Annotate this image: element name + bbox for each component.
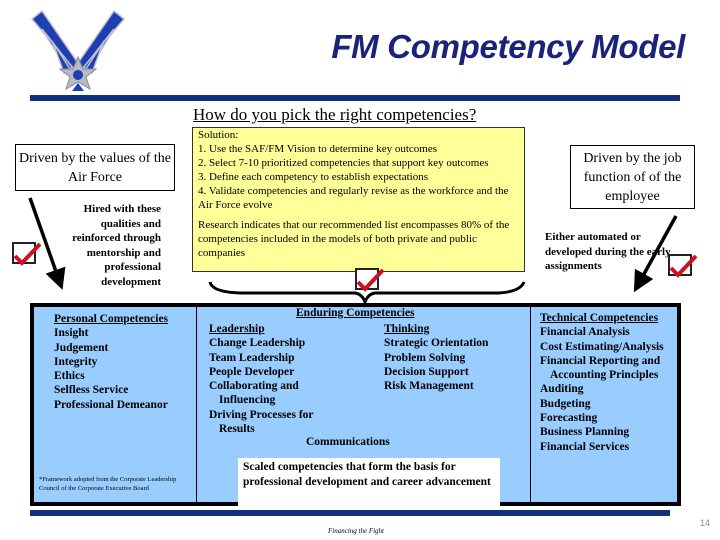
bottom-divider: [30, 510, 670, 516]
page-number: 14: [700, 518, 711, 528]
solution-step: 4. Validate competencies and regularly r…: [198, 185, 509, 211]
personal-competencies: Personal Competencies Insight Judgement …: [54, 312, 168, 412]
list-item: Team Leadership: [209, 351, 295, 364]
enduring-header: Enduring Competencies: [296, 307, 415, 319]
list-item: People Developer: [209, 365, 295, 378]
list-item: Collaborating and: [209, 380, 299, 393]
communications-item: Communications: [306, 436, 390, 448]
checkmark-icon: [668, 254, 698, 278]
list-item: Results: [219, 423, 255, 436]
list-item: Risk Management: [384, 380, 474, 393]
list-item: Financial Reporting and: [540, 354, 661, 367]
checkmark-icon: [355, 268, 385, 292]
list-item: Financial Services: [540, 440, 630, 453]
footer-text: Financing the Fight: [328, 527, 384, 535]
list-item: Professional Demeanor: [54, 398, 168, 411]
list-item: Financial Analysis: [540, 326, 630, 339]
thinking-competencies: Thinking Strategic Orientation Problem S…: [384, 322, 488, 393]
personal-header: Personal Competencies: [54, 313, 169, 325]
checkmark-icon: [12, 242, 42, 266]
list-item: Strategic Orientation: [384, 337, 489, 350]
list-item: Cost Estimating/Analysis: [540, 340, 664, 353]
hired-note: Hired with these qualities and reinforce…: [72, 203, 161, 288]
research-note: Research indicates that our recommended …: [198, 219, 510, 259]
technical-competencies: Technical Competencies Financial Analysi…: [540, 311, 664, 454]
list-item: Forecasting: [540, 412, 598, 425]
list-item: Ethics: [54, 370, 85, 383]
top-divider: [30, 95, 680, 101]
scaled-note-box: Scaled competencies that form the basis …: [238, 458, 500, 506]
solution-step: 3. Define each competency to establish e…: [198, 171, 428, 183]
list-item: Driving Processes for: [209, 408, 314, 421]
leadership-competencies: Leadership Change Leadership Team Leader…: [209, 322, 314, 436]
either-note: Either automated or developed during the…: [545, 231, 671, 272]
column-divider: [196, 307, 197, 502]
list-item: Change Leadership: [209, 337, 306, 350]
list-item: Problem Solving: [384, 351, 466, 364]
list-item: Influencing: [219, 394, 276, 407]
air-force-logo: [28, 5, 128, 93]
technical-header: Technical Competencies: [540, 312, 659, 324]
list-item: Judgement: [54, 341, 109, 354]
column-divider: [530, 307, 531, 502]
list-item: Auditing: [540, 383, 584, 396]
leadership-header: Leadership: [209, 323, 265, 335]
thinking-header: Thinking: [384, 323, 430, 335]
solution-step: 1. Use the SAF/FM Vision to determine ke…: [198, 143, 437, 155]
solution-heading: Solution:: [198, 129, 239, 141]
competency-table: Personal Competencies Insight Judgement …: [30, 303, 681, 506]
job-driver-box: Driven by the job function of of the emp…: [570, 145, 695, 209]
list-item: Budgeting: [540, 397, 591, 410]
list-item: Selfless Service: [54, 384, 129, 397]
list-item: Accounting Principles: [550, 369, 659, 382]
solution-box: Solution: 1. Use the SAF/FM Vision to de…: [192, 127, 525, 272]
question-heading: How do you pick the right competencies?: [193, 105, 477, 124]
list-item: Insight: [54, 327, 89, 340]
framework-footnote: *Framework adopted from the Corporate Le…: [39, 476, 177, 492]
slide-title: FM Competency Model: [331, 28, 685, 65]
list-item: Integrity: [54, 355, 98, 368]
list-item: Business Planning: [540, 426, 630, 439]
solution-step: 2. Select 7-10 prioritized competencies …: [198, 157, 489, 169]
values-driver-box: Driven by the values of the Air Force: [15, 144, 175, 191]
list-item: Decision Support: [384, 365, 469, 378]
